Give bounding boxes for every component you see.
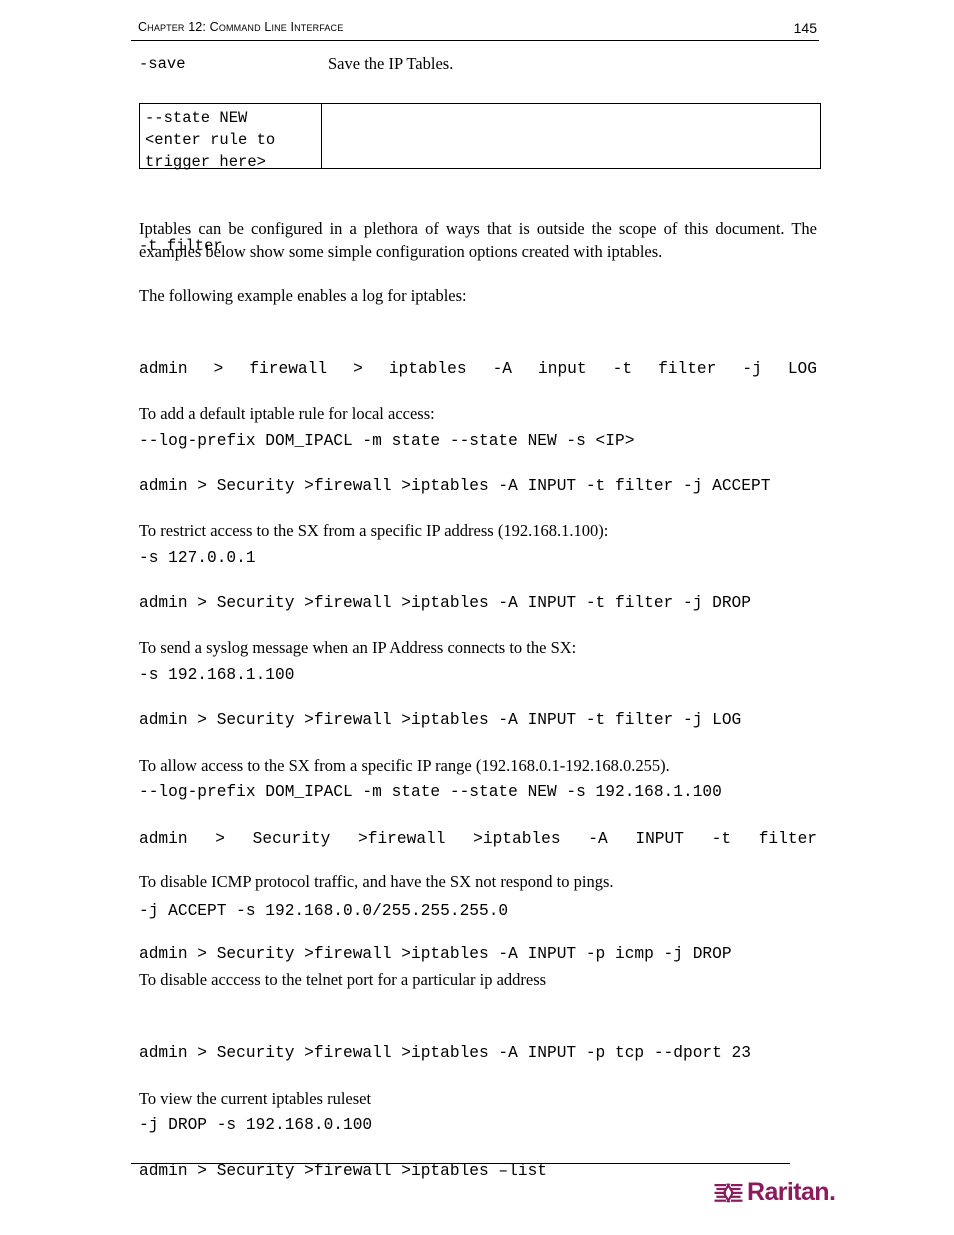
options-table: -save Save the IP Tables. --state NEW <e… <box>139 0 821 255</box>
table-column-divider <box>321 104 322 168</box>
command-line: admin > Security >firewall >iptables -A … <box>139 945 732 963</box>
command-line: admin > Security >firewall >iptables -A … <box>139 1044 751 1062</box>
raritan-wordmark-period: . <box>828 1178 836 1206</box>
table-row: -save Save the IP Tables. <box>139 53 821 77</box>
option-description: Save the IP Tables. <box>328 54 454 73</box>
raritan-wordmark: Raritan. <box>747 1178 836 1206</box>
raritan-wordmark-text: Raritan <box>747 1178 830 1206</box>
example-caption-8: To view the current iptables ruleset <box>139 1089 372 1108</box>
example-caption-5: To allow access to the SX from a specifi… <box>139 756 670 775</box>
command-line: admin > Security >firewall >iptables -A … <box>139 477 771 495</box>
intro-paragraph: Iptables can be configured in a plethora… <box>139 219 817 261</box>
example-caption-7: To disable acccess to the telnet port fo… <box>139 970 547 989</box>
option-key: -save <box>139 55 186 73</box>
example-command-8: admin > Security >firewall >iptables –li… <box>139 1111 817 1231</box>
command-line: admin > firewall > iptables -A input -t … <box>139 360 817 378</box>
raritan-logo: Raritan. <box>714 1178 836 1208</box>
option-key: --state NEW <enter rule to trigger here> <box>145 109 276 171</box>
example-caption-2: To add a default iptable rule for local … <box>139 404 435 423</box>
command-line: admin > Security >firewall >iptables -A … <box>139 711 742 729</box>
command-line: admin > Security >firewall >iptables -A … <box>139 594 751 612</box>
table-row-boxed: --state NEW <enter rule to trigger here> <box>139 103 821 171</box>
footer-divider <box>131 1163 790 1164</box>
example-caption-6: To disable ICMP protocol traffic, and ha… <box>139 872 614 891</box>
example-caption-4: To send a syslog message when an IP Addr… <box>139 638 577 657</box>
command-line: admin > Security >firewall >iptables -A … <box>139 830 817 848</box>
raritan-logo-mark <box>714 1183 743 1203</box>
example-caption-1: The following example enables a log for … <box>139 286 467 305</box>
document-page: Chapter 12: Command Line Interface 145 -… <box>0 0 954 1235</box>
example-caption-3: To restrict access to the SX from a spec… <box>139 521 609 540</box>
